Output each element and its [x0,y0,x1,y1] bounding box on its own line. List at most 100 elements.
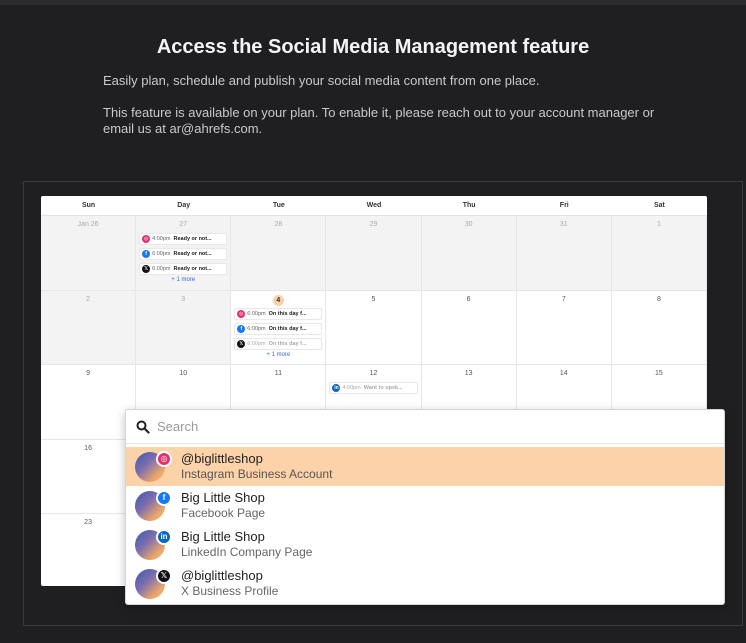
calendar-day-cell[interactable]: 6 [421,290,517,365]
calendar-day-cell[interactable]: 7 [516,290,612,365]
day-number: 31 [559,221,568,228]
day-number: 3 [181,295,186,303]
weekday-label: Tue [272,202,285,209]
day-number: 28 [274,221,283,228]
day-number: 30 [464,221,473,228]
search-input[interactable] [157,419,677,434]
day-number: 5 [371,295,376,303]
day-number: 13 [464,370,473,377]
day-number: 10 [179,370,188,377]
calendar-post-chip[interactable]: 𝕏 6:00pm Ready or not... [139,263,228,275]
calendar-post-chip[interactable]: f 6:00pm Ready or not... [139,248,228,260]
instagram-icon: ◎ [237,309,246,318]
calendar-post-chip[interactable]: 𝕏 6:00pm On this day f... [234,337,323,350]
account-type: X Business Profile [181,584,279,598]
weekday-label: Sat [653,202,665,209]
day-number: 8 [656,295,661,303]
calendar-post-chip[interactable]: f 6:00pm On this day f... [234,322,323,335]
top-bar [0,0,746,5]
facebook-icon: f [237,324,246,333]
post-time: 6:00pm [152,266,171,272]
account-option[interactable]: f Big Little Shop Facebook Page [126,486,724,525]
calendar-day-cell[interactable]: 28 [231,216,327,291]
post-time: 6:00pm [247,310,266,317]
linkedin-icon: in [332,384,341,392]
weekday-label: Day [177,202,191,209]
x-icon: 𝕏 [142,265,151,273]
avatar: in [135,528,172,560]
post-time: 4:00pm [342,385,361,391]
x-icon: 𝕏 [237,339,246,348]
post-text: Want to upsk... [363,385,403,391]
day-number: 9 [86,370,91,377]
day-number: 4 [231,294,325,306]
account-name: @biglittleshop [181,568,263,583]
account-option[interactable]: 𝕏 @biglittleshop X Business Profile [126,564,724,603]
post-time: 6:00pm [152,251,171,257]
account-type: LinkedIn Company Page [181,545,313,559]
day-number: 2 [86,295,91,303]
weekday-label: Sun [81,202,96,209]
calendar-day-cell[interactable]: 1 [611,216,707,291]
day-number: 15 [655,370,663,377]
post-text: Ready or not... [173,266,212,272]
weekday-label: Thu [462,202,476,209]
post-text: On this day f... [268,310,307,317]
day-number: 11 [274,370,282,377]
day-number: 27 [179,221,188,228]
calendar-post-chip[interactable]: ◎ 6:00pm On this day f... [234,307,323,320]
linkedin-icon: in [156,528,172,545]
account-picker-dropdown: ◎ @biglittleshop Instagram Business Accoun… [125,409,725,605]
instagram-icon: ◎ [142,235,151,243]
account-type: Instagram Business Account [181,467,333,481]
calendar-day-cell[interactable]: 16 [41,439,137,514]
post-time: 6:00pm [247,325,266,332]
calendar-day-cell[interactable]: 31 [516,216,612,291]
post-time: 6:00pm [247,340,266,347]
day-number: Jan 26 [77,221,99,228]
day-number: 6 [466,295,471,303]
day-number: 12 [369,370,378,377]
calendar-day-cell[interactable]: 23 [41,514,137,586]
search-bar [126,410,724,444]
account-option[interactable]: ◎ @biglittleshop Instagram Business Accoun… [126,447,724,486]
day-number: 1 [656,221,661,228]
post-text: On this day f... [268,340,307,347]
search-icon [136,420,150,434]
instagram-icon: ◎ [156,450,172,467]
availability-note: This feature is available on your plan. … [103,105,655,136]
page-subtitle: Easily plan, schedule and publish your s… [103,73,540,88]
calendar-day-cell[interactable]: 4 ◎ 6:00pm On this day f... f 6:00pm On this d… [231,290,327,365]
post-time: 4:00pm [152,236,171,242]
avatar: f [135,489,172,521]
post-text: Ready or not... [173,251,212,257]
day-number: 23 [84,519,92,526]
post-text: On this day f... [268,325,307,332]
calendar-day-cell[interactable]: 27 ◎ 4:00pm Ready or not... f 6:00pm Ready or … [136,216,232,291]
calendar-day-cell[interactable]: 9 [41,365,137,440]
calendar-day-cell[interactable]: 29 [326,216,422,291]
calendar-day-cell[interactable]: 30 [421,216,517,291]
calendar-day-cell[interactable]: 3 [136,290,232,365]
calendar-post-chip[interactable]: ◎ 4:00pm Ready or not... [139,233,228,245]
calendar-day-cell[interactable]: 2 [41,290,137,365]
account-option[interactable]: in Big Little Shop LinkedIn Company Page [126,525,724,564]
more-posts-link[interactable]: + 1 more [231,352,325,358]
post-text: Ready or not... [173,236,212,242]
calendar-day-cell[interactable]: 5 [326,290,422,365]
more-posts-link[interactable]: + 1 more [136,277,230,283]
calendar-post-chip[interactable]: in 4:00pm Want to upsk... [329,382,418,394]
today-badge: 4 [272,294,284,306]
calendar-weekday-header: Sun Day Tue Wed Thu Fri Sat [41,196,707,216]
weekday-label: Fri [559,202,569,209]
x-icon: 𝕏 [156,567,172,584]
calendar-day-cell[interactable]: Jan 26 [41,216,137,291]
calendar-day-cell[interactable]: 8 [611,290,707,365]
day-number: 16 [84,444,92,452]
avatar: ◎ [135,450,172,482]
day-number: 14 [559,370,568,377]
weekday-label: Wed [366,202,382,209]
avatar: 𝕏 [135,567,172,599]
facebook-icon: f [142,250,151,258]
day-number: 7 [561,295,566,303]
